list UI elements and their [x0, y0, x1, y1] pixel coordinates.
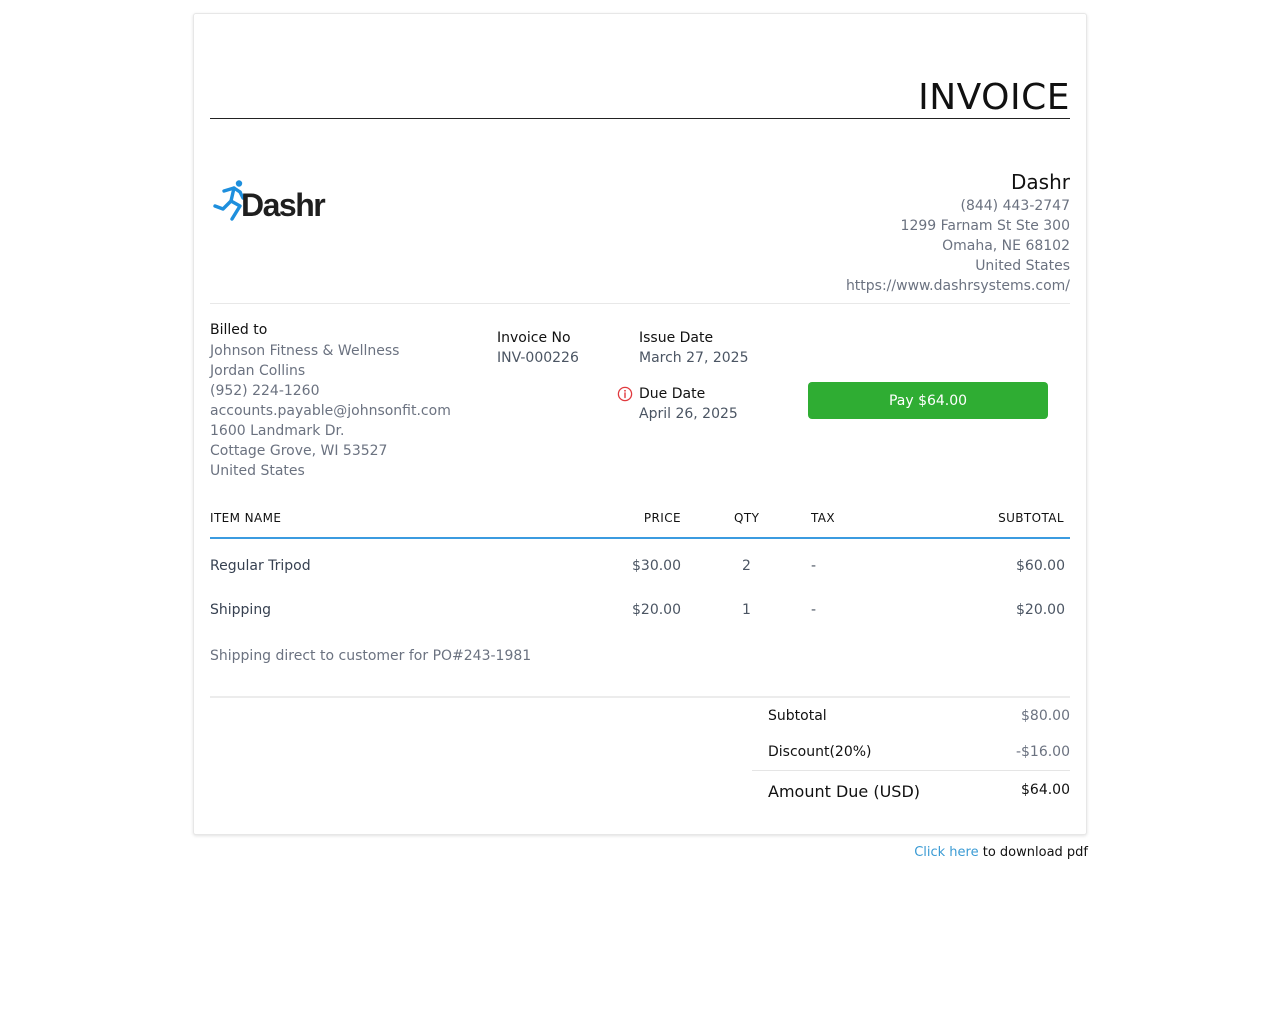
- invoice-number-block: Invoice No INV-000226: [497, 328, 579, 368]
- billed-to-label: Billed to: [210, 322, 268, 338]
- due-date: April 26, 2025: [639, 406, 738, 422]
- row-qty: 2: [742, 558, 751, 574]
- row-subtotal: $20.00: [1016, 602, 1065, 618]
- company-info: Dashr (844) 443-2747 1299 Farnam St Ste …: [846, 168, 1070, 296]
- totals-divider: [752, 770, 1070, 771]
- company-phone: (844) 443-2747: [960, 198, 1071, 214]
- row-item-name: Regular Tripod: [210, 558, 311, 574]
- company-name: Dashr: [1011, 170, 1070, 194]
- alert-circle-icon: [617, 386, 633, 402]
- due-date-label: Due Date: [639, 386, 706, 402]
- billed-phone: (952) 224-1260: [210, 383, 320, 399]
- discount-value: -$16.00: [1015, 744, 1070, 760]
- pay-button[interactable]: Pay $64.00: [808, 382, 1048, 419]
- logo-text: Dashr: [241, 187, 325, 223]
- table-header-rule: [210, 537, 1070, 539]
- row-subtotal: $60.00: [1016, 558, 1065, 574]
- subtotal-label: Subtotal: [768, 708, 827, 724]
- col-header-tax: TAX: [811, 511, 836, 525]
- row-tax: -: [811, 602, 817, 618]
- billed-email: accounts.payable@johnsonfit.com: [210, 403, 451, 419]
- billed-company: Johnson Fitness & Wellness: [210, 343, 400, 359]
- row-tax: -: [811, 558, 817, 574]
- issue-date-label: Issue Date: [639, 330, 714, 346]
- row-price: $20.00: [632, 602, 681, 618]
- company-address-line1: 1299 Farnam St Ste 300: [900, 218, 1070, 234]
- invoice-number: INV-000226: [497, 350, 579, 366]
- invoice-title: INVOICE: [918, 77, 1070, 118]
- col-header-price: PRICE: [643, 511, 681, 525]
- running-figure-icon: [213, 180, 245, 221]
- table-footer-rule: [210, 696, 1070, 698]
- billed-contact: Jordan Collins: [210, 363, 306, 379]
- row-qty: 1: [742, 602, 751, 618]
- company-logo: Dashr: [213, 180, 327, 223]
- col-header-item: ITEM NAME: [210, 511, 282, 525]
- company-website: https://www.dashrsystems.com/: [845, 278, 1070, 294]
- billed-to: Billed to Johnson Fitness & Wellness Jor…: [210, 320, 451, 481]
- title-divider: [210, 118, 1070, 119]
- billed-address-line1: 1600 Landmark Dr.: [210, 423, 345, 439]
- invoice-content: INVOICE Dashr Dashr (844) 443-2747 1299 …: [210, 14, 1070, 834]
- row-price: $30.00: [632, 558, 681, 574]
- company-country: United States: [975, 258, 1070, 274]
- download-pdf-link[interactable]: Click here: [914, 845, 978, 860]
- issue-date: March 27, 2025: [639, 350, 749, 366]
- header-divider: [210, 303, 1070, 304]
- billed-country: United States: [210, 463, 305, 479]
- download-pdf-text: to download pdf: [978, 845, 1088, 860]
- discount-label: Discount(20%): [768, 744, 872, 760]
- col-header-subtotal: SUBTOTAL: [998, 511, 1064, 525]
- invoice-note: Shipping direct to customer for PO#243-1…: [210, 648, 532, 664]
- billed-address-line2: Cottage Grove, WI 53527: [210, 443, 388, 459]
- amount-due-label: Amount Due (USD): [768, 782, 921, 801]
- col-header-qty: QTY: [734, 511, 760, 525]
- issue-date-block: Issue Date March 27, 2025: [639, 328, 748, 368]
- invoice-card: INVOICE Dashr Dashr (844) 443-2747 1299 …: [193, 13, 1087, 835]
- amount-due-value: $64.00: [1021, 782, 1070, 798]
- download-pdf: Click here to download pdf: [914, 844, 1088, 862]
- company-address-line2: Omaha, NE 68102: [942, 238, 1070, 254]
- subtotal-value: $80.00: [1021, 708, 1070, 724]
- invoice-number-label: Invoice No: [497, 330, 571, 346]
- row-item-name: Shipping: [210, 602, 272, 618]
- due-date-block: Due Date April 26, 2025: [639, 384, 738, 424]
